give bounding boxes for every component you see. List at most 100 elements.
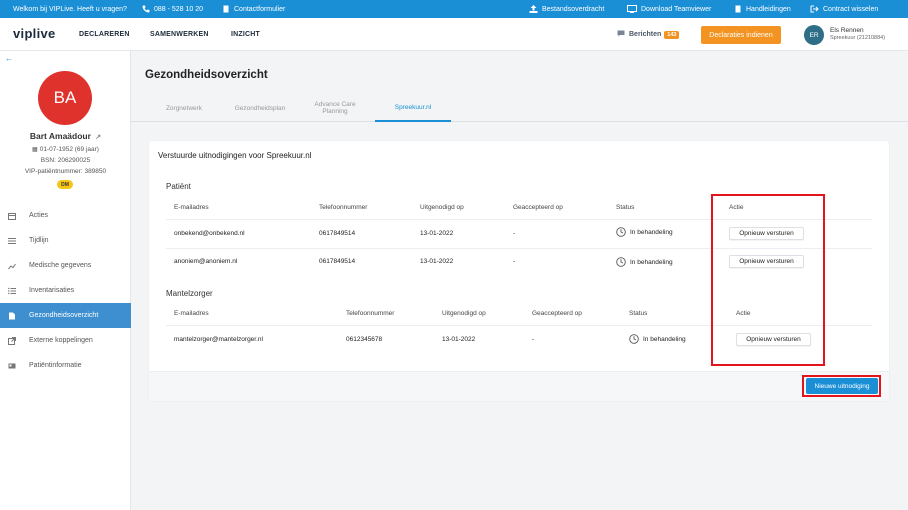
sidebar-item-gezondheidsoverzicht[interactable]: Gezondheidsoverzicht <box>0 303 131 328</box>
phone-cell: 0617849514 <box>319 230 356 237</box>
contract-label: Contract wisselen <box>823 5 879 13</box>
card-title: Verstuurde uitnodigingen voor Spreekuur.… <box>158 151 312 160</box>
phone-cell: 0612345678 <box>346 336 383 343</box>
monitor-icon <box>627 5 637 13</box>
col-header-phone: Telefoonnummer <box>346 310 395 317</box>
switch-icon <box>810 5 819 13</box>
tab-zorgnetwerk[interactable]: Zorgnetwerk <box>159 94 209 122</box>
sidebar-item-medische-gegevens[interactable]: Medische gegevens <box>0 253 131 278</box>
id-card-icon <box>8 362 16 370</box>
sidebar-item-inventarisaties[interactable]: Inventarisaties <box>0 278 131 303</box>
declaraties-indienen-button[interactable]: Declaraties indienen <box>701 26 781 44</box>
sidebar-item-patientinformatie[interactable]: Patiëntinformatie <box>0 353 131 378</box>
col-header-phone: Telefoonnummer <box>319 204 368 211</box>
col-header-email: E-mailadres <box>174 204 209 211</box>
nav-inzicht[interactable]: INZICHT <box>231 31 260 38</box>
invited-cell: 13-01-2022 <box>420 258 454 265</box>
teamviewer-link[interactable]: Download Teamviewer <box>627 0 711 18</box>
sidebar-item-label: Gezondheidsoverzicht <box>29 312 99 319</box>
sidebar-item-label: Patiëntinformatie <box>29 362 82 369</box>
col-header-accepted: Geaccepteerd op <box>532 310 582 317</box>
col-header-email: E-mailadres <box>174 310 209 317</box>
sidebar-item-acties[interactable]: Acties <box>0 203 131 228</box>
user-avatar[interactable]: ER <box>804 25 824 45</box>
email-cell: onbekend@onbekend.nl <box>174 230 245 237</box>
back-arrow-icon[interactable]: ← <box>5 54 13 63</box>
sidebar-item-label: Tijdlijn <box>29 237 49 244</box>
sidebar-item-tijdlijn[interactable]: Tijdlijn <box>0 228 131 253</box>
patient-avatar: BA <box>38 71 92 125</box>
sidebar-item-label: Medische gegevens <box>29 262 92 269</box>
invited-cell: 13-01-2022 <box>420 230 454 237</box>
tab-gezondheidsplan[interactable]: Gezondheidsplan <box>228 94 292 122</box>
col-header-status: Status <box>616 204 635 211</box>
user-role: Spreekuur (21210884) <box>830 35 886 41</box>
chat-icon <box>617 30 625 39</box>
welcome-text: Welkom bij VIPLive. Heeft u vragen? <box>13 0 127 18</box>
nav-samenwerken[interactable]: SAMENWERKEN <box>150 31 209 38</box>
sidebar-item-label: Inventarisaties <box>29 287 75 294</box>
accepted-cell: - <box>532 336 535 343</box>
manual-icon <box>734 5 742 13</box>
calendar-icon: ▦ <box>32 147 38 153</box>
clock-icon <box>616 227 626 237</box>
col-header-accepted: Geaccepteerd op <box>513 204 563 211</box>
phone-icon <box>142 5 150 13</box>
email-cell: anoniem@anoniem.nl <box>174 258 238 265</box>
external-link-icon[interactable]: ↗ <box>95 134 101 141</box>
welcome-label: Welkom bij VIPLive. Heeft u vragen? <box>13 5 127 13</box>
berichten-link[interactable]: Berichten 143 <box>617 30 680 39</box>
chart-icon <box>8 262 16 270</box>
status-label: In behandeling <box>630 258 673 266</box>
upload-icon <box>529 5 538 13</box>
contract-switch-link[interactable]: Contract wisselen <box>810 0 878 18</box>
phone-label: 088 - 528 10 20 <box>154 5 204 13</box>
sidebar-item-externe-koppelingen[interactable]: Externe koppelingen <box>0 328 131 353</box>
bestandsoverdracht-link[interactable]: Bestandsoverdracht <box>529 0 604 18</box>
document-icon <box>222 5 230 13</box>
viplive-logo[interactable]: viplive <box>13 26 56 41</box>
phone-link[interactable]: 088 - 528 10 20 <box>142 0 203 18</box>
nav-declareren[interactable]: DECLAREREN <box>79 31 130 38</box>
page-title: Gezondheidsoverzicht <box>145 69 268 81</box>
contact-label: Contactformulier <box>234 5 286 13</box>
sidebar-item-label: Externe koppelingen <box>29 337 93 344</box>
status-cell: In behandeling <box>616 257 673 267</box>
clock-icon <box>616 257 626 267</box>
dm-badge: DM <box>57 180 73 189</box>
checklist-icon <box>8 287 16 295</box>
sidebar-menu: Acties Tijdlijn Medische gegevens Invent… <box>0 203 131 378</box>
handleidingen-label: Handleidingen <box>746 5 791 13</box>
list-icon <box>8 237 16 245</box>
top-info-bar: Welkom bij VIPLive. Heeft u vragen? 088 … <box>0 0 908 18</box>
berichten-count-badge: 143 <box>664 30 680 39</box>
email-cell: mantelzorger@mantelzorger.nl <box>174 336 263 343</box>
col-header-status: Status <box>629 310 648 317</box>
tab-spreekuur[interactable]: Spreekuur.nl <box>375 94 451 122</box>
patient-sidebar: ← BA Bart Amaädour ↗ ▦ 01-07-1952 (69 jaa… <box>0 51 131 510</box>
bestandsoverdracht-label: Bestandsoverdracht <box>542 5 605 13</box>
status-label: In behandeling <box>630 228 673 236</box>
user-name[interactable]: Els Rennen <box>830 27 864 34</box>
contact-link[interactable]: Contactformulier <box>222 0 285 18</box>
main-navbar: viplive DECLAREREN SAMENWERKEN INZICHT B… <box>0 18 908 51</box>
document-icon <box>8 312 16 320</box>
col-header-invited: Uitgenodigd op <box>442 310 486 317</box>
caregiver-section-title: Mantelzorger <box>166 289 213 298</box>
handleidingen-link[interactable]: Handleidingen <box>734 0 791 18</box>
sidebar-item-label: Acties <box>29 212 49 219</box>
berichten-label: Berichten <box>629 31 662 38</box>
tab-bar: Zorgnetwerk Gezondheidsplan Advance Care… <box>131 94 908 122</box>
status-cell: In behandeling <box>629 334 686 344</box>
patient-name-label: Bart Amaädour <box>29 131 91 141</box>
accepted-cell: - <box>513 258 516 265</box>
patient-section-title: Patiënt <box>166 182 191 191</box>
calendar-icon <box>8 212 16 220</box>
patient-name[interactable]: Bart Amaädour ↗ <box>0 131 131 141</box>
col-header-invited: Uitgenodigd op <box>420 204 464 211</box>
tab-advance-care-planning[interactable]: Advance Care Planning <box>307 94 363 122</box>
patient-bsn: BSN: 206290025 <box>40 157 91 164</box>
patient-dob-label: 01-07-1952 (69 jaar) <box>39 146 99 153</box>
phone-cell: 0617849514 <box>319 258 356 265</box>
status-label: In behandeling <box>643 335 686 343</box>
